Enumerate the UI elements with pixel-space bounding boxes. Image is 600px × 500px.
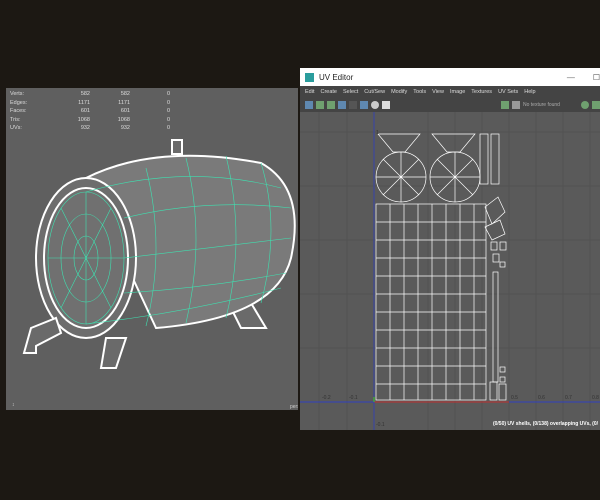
select-mode-icon[interactable] [305,101,313,109]
menu-select[interactable]: Select [343,89,358,95]
minimize-button[interactable]: — [567,73,575,82]
menu-uv-sets[interactable]: UV Sets [498,89,518,95]
menu-textures[interactable]: Textures [471,89,492,95]
snap-icon[interactable] [360,101,368,109]
face-mode-icon[interactable] [327,101,335,109]
toolbar: No texture found [300,98,600,112]
menu-create[interactable]: Create [320,89,337,95]
menu-edit[interactable]: Edit [305,89,314,95]
texture-status[interactable]: No texture found [523,102,578,108]
image-icon[interactable] [382,101,390,109]
checker-icon[interactable] [349,101,357,109]
frame-icon[interactable] [592,101,600,109]
checker-map-icon[interactable] [512,101,520,109]
menu-bar: Edit Create Select Cut/Sew Modify Tools … [300,86,600,98]
menu-cut-sew[interactable]: Cut/Sew [364,89,385,95]
menu-help[interactable]: Help [524,89,535,95]
menu-view[interactable]: View [432,89,444,95]
tick-u: 0.7 [565,395,572,401]
tick-u: 0.6 [538,395,545,401]
grid-icon[interactable] [338,101,346,109]
title-bar: UV Editor — ☐ [300,68,600,86]
tick-v: -0.1 [376,422,385,428]
3d-viewport[interactable]: Verts: 582 582 0 Edges: 1171 1171 0 Faces: 601 6… [6,88,298,410]
tick-u: -0.1 [349,395,358,401]
tick-u: 0.8 [592,395,599,401]
uv-status-text: (0/50) UV shells, (0/138) overlapping UV… [492,421,598,427]
svg-text:↕: ↕ [12,402,15,408]
barrel-model: ↕ persp [12,139,298,410]
window-title: UV Editor [319,72,354,82]
maximize-button[interactable]: ☐ [593,73,600,82]
tick-v-1: 1 [376,130,379,136]
uv-editor-window: UV Editor — ☐ Edit Create Select Cut/Sew… [300,68,600,430]
dot-icon[interactable] [371,101,379,109]
menu-image[interactable]: Image [450,89,465,95]
maya-icon [305,72,314,82]
uv-canvas[interactable]: 1 -0.2 -0.1 0.5 0.6 0.7 0.8 -0.1 (0/50) … [300,112,600,430]
shell-mode-icon[interactable] [316,101,324,109]
camera-label: persp [290,404,298,410]
menu-modify[interactable]: Modify [391,89,407,95]
tick-u: -0.2 [322,395,331,401]
uv-layout [300,112,600,430]
texture-icon[interactable] [501,101,509,109]
sphere-icon[interactable] [581,101,589,109]
menu-tools[interactable]: Tools [413,89,426,95]
tick-u: 0.5 [511,395,518,401]
